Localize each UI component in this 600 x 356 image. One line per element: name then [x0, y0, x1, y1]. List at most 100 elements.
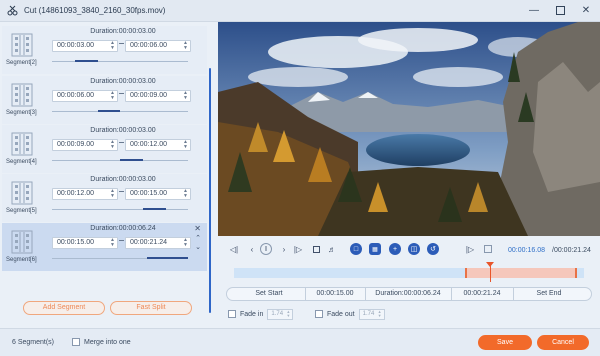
film-icon: [11, 33, 33, 57]
segment-start-field[interactable]: 00:00:06.00 ▲ ▼: [52, 90, 118, 102]
range-separator: [119, 43, 124, 44]
segment-range-bar: [147, 257, 188, 259]
fast-split-button[interactable]: Fast Split: [110, 301, 192, 315]
segment-label: Segment[6]: [6, 257, 37, 263]
cut-window: Cut (14861093_3840_2160_30fps.mov) — ✕ S…: [0, 0, 600, 356]
fade-out-label: Fade out: [327, 310, 355, 318]
segment-row[interactable]: Segment[5] Duration:00:00:03.00 00:00:12.0…: [2, 174, 207, 222]
go-to-start-icon[interactable]: ◁|: [228, 243, 240, 255]
start-time-field[interactable]: 00:00:15.00: [305, 288, 365, 300]
segment-end-field[interactable]: 00:00:15.00 ▲ ▼: [125, 188, 191, 200]
segment-track: [52, 61, 188, 62]
move-up-icon[interactable]: ⌃: [195, 234, 201, 242]
title-bar: Cut (14861093_3840_2160_30fps.mov) — ✕: [0, 0, 600, 22]
playback-controls: ◁| ‹ || › |▷ ♬ □ ▦ + ◫ ↺ |▷ 00:00:16.08 …: [218, 238, 600, 260]
split-icon[interactable]: ▦: [369, 243, 381, 255]
previous-frame-icon[interactable]: ‹: [246, 243, 258, 255]
segment-end-field[interactable]: 00:00:21.24 ▲ ▼: [125, 237, 191, 249]
range-separator: [119, 93, 124, 94]
segment-start-field[interactable]: 00:00:12.00 ▲ ▼: [52, 188, 118, 200]
segment-list: Segment[2] Duration:00:00:03.00 00:00:03.0…: [0, 22, 210, 272]
segment-label: Segment[5]: [6, 208, 37, 214]
move-down-icon[interactable]: ⌄: [195, 243, 201, 251]
window-title: Cut (14861093_3840_2160_30fps.mov): [24, 6, 166, 15]
pause-icon[interactable]: ||: [260, 243, 272, 255]
segment-duration: Duration:00:00:03.00: [90, 176, 156, 183]
scissors-icon: [6, 5, 18, 17]
merge-label: Merge into one: [84, 338, 131, 346]
range-separator: [119, 191, 124, 192]
video-preview: [218, 22, 600, 236]
segment-panel: Segment[2] Duration:00:00:03.00 00:00:03.0…: [0, 22, 215, 315]
segment-track: [52, 111, 188, 112]
duplicate-icon[interactable]: ◫: [408, 243, 420, 255]
film-icon: [11, 181, 33, 205]
segment-row[interactable]: Segment[4] Duration:00:00:03.00 00:00:09.0…: [2, 125, 207, 173]
segment-label: Segment[4]: [6, 159, 37, 165]
set-start-button[interactable]: Set Start: [233, 288, 305, 300]
volume-icon[interactable]: ♬: [326, 243, 338, 255]
video-frame-image: [218, 22, 600, 236]
mark-out-icon[interactable]: [482, 243, 494, 255]
segment-duration: Duration:00:00:03.00: [90, 127, 156, 134]
maximize-icon[interactable]: [554, 4, 566, 16]
fade-out-control: Fade out 1.74 ▲ ▼: [315, 308, 385, 320]
segment-row[interactable]: Segment[3] Duration:00:00:03.00 00:00:06.0…: [2, 76, 207, 124]
go-to-end-icon[interactable]: |▷: [292, 243, 304, 255]
segment-duration: Duration:00:00:03.00: [90, 28, 156, 35]
segment-duration: Duration:00:00:06.24: [375, 290, 441, 297]
footer-bar: 6 Segment(s) Merge into one Save Cancel: [0, 328, 600, 356]
segment-start-field[interactable]: 00:00:03.00 ▲ ▼: [52, 40, 118, 52]
merge-option: Merge into one: [72, 338, 131, 346]
segment-count: 6 Segment(s): [12, 339, 55, 346]
copy-segment-icon[interactable]: □: [350, 243, 362, 255]
end-time-field[interactable]: 00:00:21.24: [451, 288, 513, 300]
timeline-track[interactable]: [234, 262, 584, 282]
delete-segment-icon[interactable]: ✕: [194, 224, 201, 233]
segment-end-field[interactable]: 00:00:09.00 ▲ ▼: [125, 90, 191, 102]
segment-end-field[interactable]: 00:00:06.00 ▲ ▼: [125, 40, 191, 52]
cancel-button[interactable]: Cancel: [537, 335, 589, 350]
segment-start-field[interactable]: 00:00:09.00 ▲ ▼: [52, 139, 118, 151]
fade-in-control: Fade in 1.74 ▲ ▼: [228, 308, 294, 320]
timeline-selection[interactable]: [465, 268, 577, 278]
segment-range-bar: [75, 60, 99, 62]
fade-out-input[interactable]: 1.74 ▲ ▼: [358, 308, 385, 320]
segment-label: Segment[2]: [6, 60, 37, 66]
playhead[interactable]: [489, 264, 491, 282]
segment-range-bar: [120, 159, 144, 161]
reset-icon[interactable]: ↺: [427, 243, 439, 255]
segment-range-bar: [98, 110, 120, 112]
segment-start-field[interactable]: 00:00:15.00 ▲ ▼: [52, 237, 118, 249]
next-frame-icon[interactable]: ›: [278, 243, 290, 255]
trim-bar: Set Start 00:00:15.00 Duration:00:00:06.…: [226, 287, 592, 301]
range-separator: [119, 142, 124, 143]
stop-icon[interactable]: [310, 243, 322, 255]
segment-row[interactable]: Segment[2] Duration:00:00:03.00 00:00:03.0…: [2, 26, 207, 74]
minimize-icon[interactable]: —: [528, 4, 540, 16]
close-icon[interactable]: ✕: [580, 4, 592, 16]
film-icon: [11, 132, 33, 156]
save-button[interactable]: Save: [478, 335, 532, 350]
fade-in-input[interactable]: 1.74 ▲ ▼: [267, 308, 294, 320]
film-icon: [11, 230, 33, 254]
fade-in-label: Fade in: [240, 310, 264, 318]
add-icon[interactable]: +: [389, 243, 401, 255]
segment-duration: Duration:00:00:06.24: [90, 225, 156, 232]
segment-label: Segment[3]: [6, 110, 37, 116]
fade-in-checkbox[interactable]: [228, 310, 236, 318]
total-time: /00:00:21.24: [552, 247, 591, 254]
set-end-button[interactable]: Set End: [513, 288, 585, 300]
segment-range-bar: [143, 208, 167, 210]
segment-duration: Duration:00:00:03.00: [90, 78, 156, 85]
current-time: 00:00:16.08: [508, 247, 545, 254]
segment-track: [52, 209, 188, 210]
segment-row[interactable]: Segment[6] Duration:00:00:06.24 00:00:15.0…: [2, 223, 207, 271]
merge-checkbox[interactable]: [72, 338, 80, 346]
mark-in-icon[interactable]: |▷: [464, 243, 476, 255]
range-separator: [119, 240, 124, 241]
segment-scrollbar[interactable]: [209, 68, 211, 313]
segment-end-field[interactable]: 00:00:12.00 ▲ ▼: [125, 139, 191, 151]
add-segment-button[interactable]: Add Segment: [23, 301, 105, 315]
fade-out-checkbox[interactable]: [315, 310, 323, 318]
